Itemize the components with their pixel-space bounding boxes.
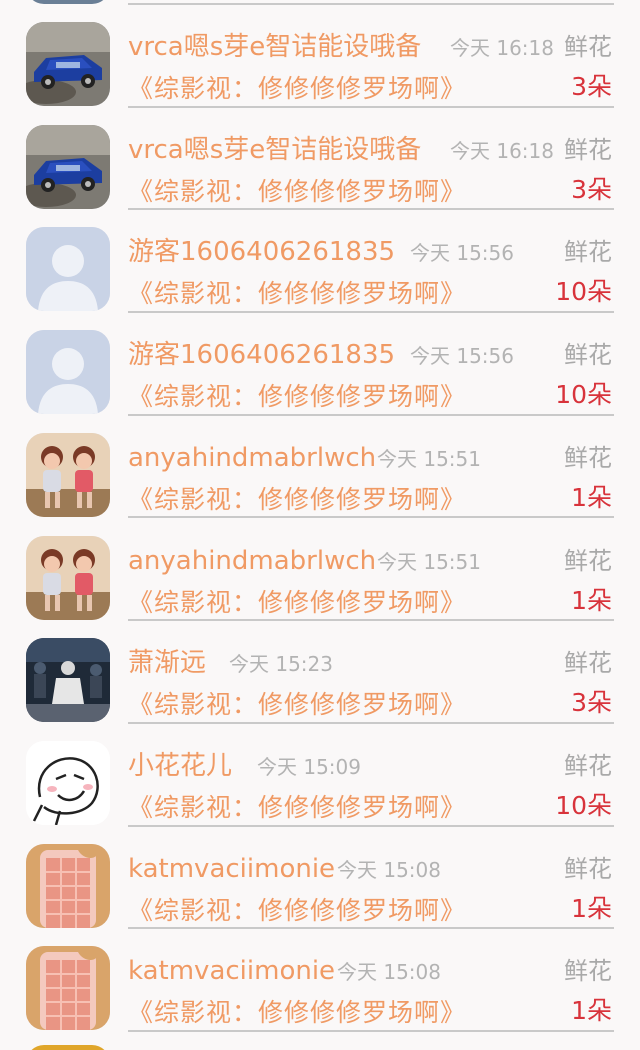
flower-count: 10朵 — [555, 277, 612, 307]
book-title[interactable]: 《综影视：修修修修罗场啊》 — [128, 685, 466, 725]
partial-avatar-top — [26, 0, 110, 4]
gift-type: 鲜花 — [564, 854, 612, 883]
book-title[interactable]: 《综影视：修修修修罗场啊》 — [128, 993, 466, 1033]
chocolate-phone-avatar[interactable] — [26, 946, 110, 1031]
list-item[interactable]: 小花花儿 今天 15:09 鲜花 《综影视：修修修修罗场啊》 10朵 — [0, 724, 640, 827]
book-title[interactable]: 《综影视：修修修修罗场啊》 — [128, 274, 466, 314]
book-title[interactable]: 《综影视：修修修修罗场啊》 — [128, 583, 466, 623]
book-title[interactable]: 《综影视：修修修修罗场啊》 — [128, 480, 466, 520]
sender-name[interactable]: anyahindmabrlwch — [128, 438, 376, 478]
flower-count: 1朵 — [571, 482, 612, 512]
sender-name[interactable]: vrca嗯s芽e智诘能设哦备 — [128, 27, 421, 67]
sender-name[interactable]: 小花花儿 — [128, 746, 232, 786]
gift-type: 鲜花 — [564, 957, 612, 986]
sender-name[interactable]: 游客1606406261835 — [128, 335, 395, 375]
list-item[interactable]: 萧渐远 今天 15:23 鲜花 《综影视：修修修修罗场啊》 3朵 — [0, 621, 640, 724]
send-time: 今天 16:18 — [450, 36, 554, 60]
send-time: 今天 15:56 — [410, 241, 514, 266]
list-item[interactable]: anyahindmabrlwch 今天 15:51 鲜花 《综影视：修修修修罗场… — [0, 519, 640, 622]
list-item[interactable]: 游客1606406261835 今天 15:56 鲜花 《综影视：修修修修罗场啊… — [0, 313, 640, 416]
list-item[interactable]: katmvaciimonie 今天 15:08 鲜花 《综影视：修修修修罗场啊》… — [0, 929, 640, 1032]
list-item[interactable]: katmvaciimonie 今天 15:08 鲜花 《综影视：修修修修罗场啊》… — [0, 827, 640, 930]
send-time: 今天 15:56 — [410, 344, 514, 369]
flower-count: 3朵 — [571, 174, 612, 204]
default-user-avatar[interactable] — [26, 227, 110, 312]
flower-count: 1朵 — [571, 996, 612, 1026]
list-item[interactable]: vrca嗯s芽e智诘能设哦备 今天 16:18 鲜花 《综影视：修修修修罗场啊》… — [0, 108, 640, 211]
flower-count: 3朵 — [571, 688, 612, 718]
stage-photo-avatar[interactable] — [26, 638, 110, 723]
list-item[interactable]: 游客1606406261835 今天 15:56 鲜花 《综影视：修修修修罗场啊… — [0, 210, 640, 314]
gift-type: 鲜花 — [564, 649, 612, 678]
send-time: 今天 15:08 — [337, 857, 441, 882]
chocolate-phone-avatar[interactable] — [26, 843, 110, 928]
gift-type: 鲜花 — [564, 238, 612, 267]
list-item[interactable]: anyahindmabrlwch 今天 15:51 鲜花 《综影视：修修修修罗场… — [0, 416, 640, 519]
send-time: 今天 15:09 — [257, 754, 361, 779]
partial-avatar-bottom — [26, 1045, 110, 1050]
flower-count: 3朵 — [571, 72, 612, 101]
sender-name[interactable]: anyahindmabrlwch — [128, 541, 376, 581]
send-time: 今天 15:51 — [377, 446, 481, 471]
list-item[interactable]: vrca嗯s芽e智诘能设哦备 今天 16:18 鲜花 《综影视：修修修修罗场啊》… — [0, 5, 640, 108]
flower-gift-list: vrca嗯s芽e智诘能设哦备 今天 16:18 鲜花 《综影视：修修修修罗场啊》… — [0, 0, 640, 1050]
gift-type: 鲜花 — [564, 341, 612, 370]
flower-count: 1朵 — [571, 585, 612, 615]
book-title[interactable]: 《综影视：修修修修罗场啊》 — [128, 788, 466, 828]
default-user-avatar[interactable] — [26, 330, 110, 415]
kids-photo-avatar[interactable] — [26, 432, 110, 517]
send-time: 今天 15:08 — [337, 960, 441, 985]
gift-type: 鲜花 — [564, 751, 612, 780]
car-avatar[interactable] — [26, 124, 110, 209]
book-title[interactable]: 《综影视：修修修修罗场啊》 — [128, 69, 466, 109]
sender-name[interactable]: katmvaciimonie — [128, 849, 335, 889]
gift-type: 鲜花 — [564, 443, 612, 472]
gift-type: 鲜花 — [564, 135, 612, 164]
send-time: 今天 16:18 — [450, 138, 554, 163]
kids-photo-avatar[interactable] — [26, 535, 110, 620]
flower-count: 10朵 — [555, 380, 612, 410]
send-time: 今天 15:51 — [377, 549, 481, 574]
car-avatar[interactable] — [26, 22, 110, 106]
sender-name[interactable]: vrca嗯s芽e智诘能设哦备 — [128, 130, 421, 170]
book-title[interactable]: 《综影视：修修修修罗场啊》 — [128, 891, 466, 931]
gift-type: 鲜花 — [564, 546, 612, 575]
send-time: 今天 15:23 — [229, 652, 333, 677]
sketch-face-avatar[interactable] — [26, 740, 110, 825]
row-divider — [128, 1029, 614, 1032]
flower-count: 10朵 — [555, 790, 612, 820]
sender-name[interactable]: 萧渐远 — [128, 643, 206, 683]
flower-count: 1朵 — [571, 893, 612, 923]
gift-type: 鲜花 — [564, 33, 612, 61]
sender-name[interactable]: katmvaciimonie — [128, 951, 335, 991]
book-title[interactable]: 《综影视：修修修修罗场啊》 — [128, 377, 466, 417]
sender-name[interactable]: 游客1606406261835 — [128, 232, 395, 272]
book-title[interactable]: 《综影视：修修修修罗场啊》 — [128, 172, 466, 212]
